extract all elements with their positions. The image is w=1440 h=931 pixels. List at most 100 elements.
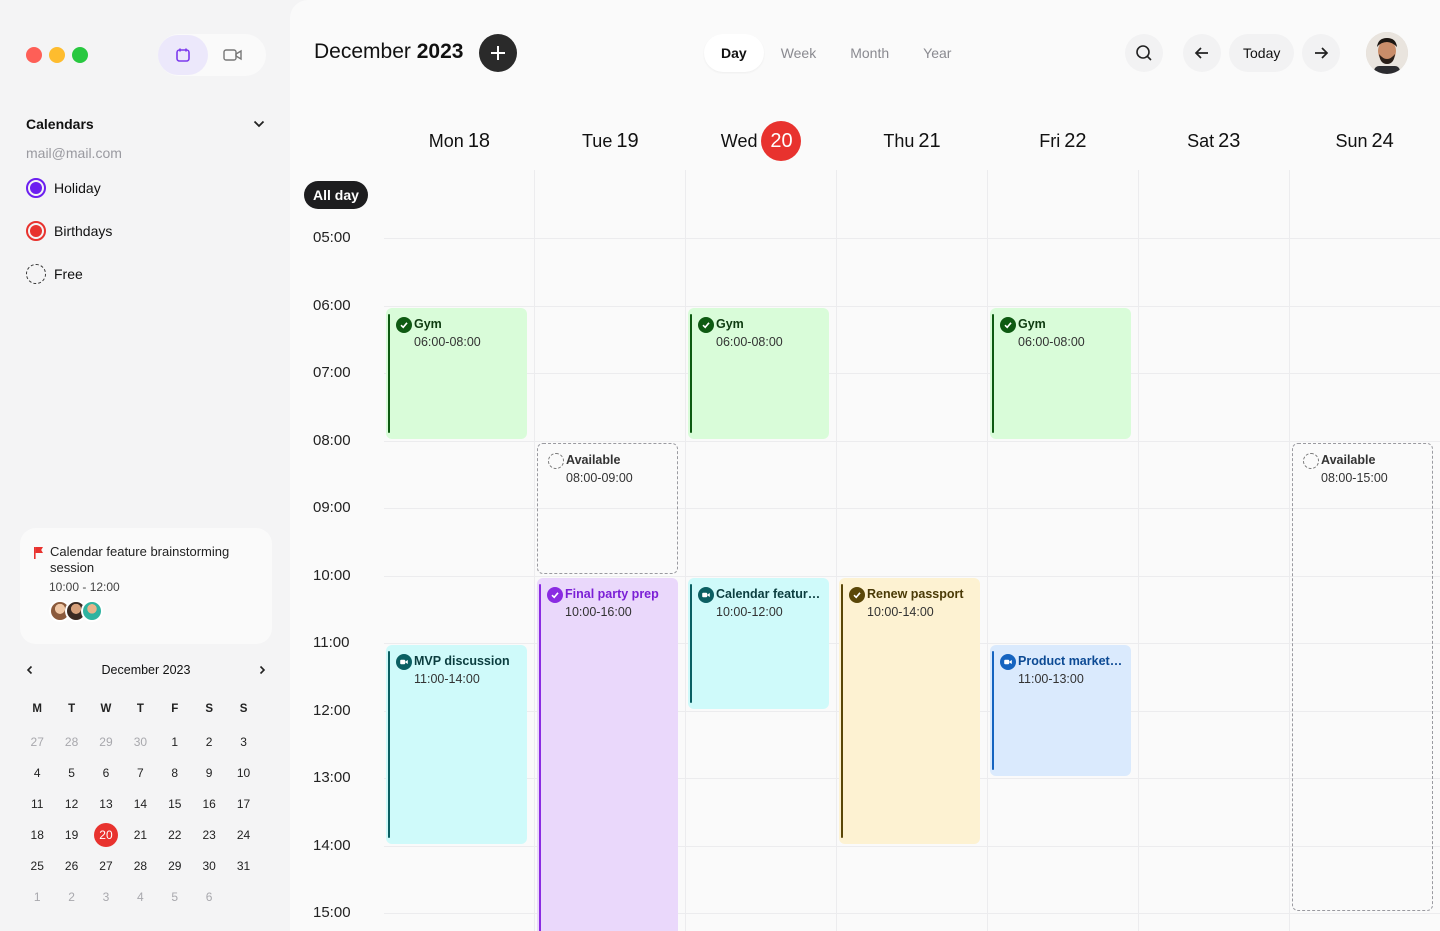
calendar-item-free[interactable]: Free [26,263,112,285]
mini-calendar-day[interactable]: 14 [123,788,157,819]
mini-calendar-day[interactable]: 3 [89,881,123,912]
mini-calendar-day[interactable]: 11 [20,788,54,819]
today-button[interactable]: Today [1229,34,1295,72]
event-gym[interactable]: Gym 06:00-08:00 [990,307,1131,439]
mini-calendar-day[interactable]: 9 [192,757,226,788]
mini-calendar-day[interactable]: 21 [123,819,157,850]
mini-calendar-day[interactable]: 8 [158,757,192,788]
free-radio[interactable] [26,264,46,284]
mini-calendar-day[interactable]: 27 [89,850,123,881]
calendars-header[interactable]: Calendars [26,116,266,132]
event-calendar-feature[interactable]: Calendar feature... 10:00-12:00 [688,577,829,709]
add-event-button[interactable] [479,34,517,72]
event-gym[interactable]: Gym 06:00-08:00 [386,307,527,439]
user-avatar[interactable] [1366,32,1408,74]
day-header-tue[interactable]: Tue 19 [535,126,686,156]
tab-year[interactable]: Year [906,34,968,72]
mini-calendar-day[interactable]: 28 [123,850,157,881]
event-final-party-prep[interactable]: Final party prep 10:00-16:00 [537,577,678,931]
mini-calendar-day[interactable]: 2 [54,881,88,912]
avatar[interactable] [81,600,103,622]
calendar-item-holiday[interactable]: Holiday [26,177,112,199]
day-header-fri[interactable]: Fri 22 [987,126,1138,156]
mini-calendar-day[interactable]: 12 [54,788,88,819]
mini-calendar-day[interactable]: 10 [226,757,260,788]
mini-calendar-day[interactable]: 19 [54,819,88,850]
mini-calendar-day[interactable]: 23 [192,819,226,850]
tab-day[interactable]: Day [704,34,764,72]
mini-calendar-day[interactable]: 3 [226,726,260,757]
mini-calendar-day[interactable]: 4 [20,757,54,788]
all-day-label[interactable]: All day [304,181,368,209]
birthdays-radio[interactable] [26,221,46,241]
mini-calendar-grid: M T W T F S S 27 28 29 30 1 2 3 4 5 6 7 8 9 10 11 12 13 14 15 16 17… [20,692,272,912]
mini-calendar-day-number: 16 [202,796,216,811]
upcoming-event-card[interactable]: Calendar feature brainstorming session 1… [20,528,272,644]
close-window-button[interactable] [26,47,42,63]
previous-button[interactable] [1183,34,1221,72]
mini-calendar-day-number: 2 [68,889,75,904]
event-available[interactable]: Available 08:00-09:00 [537,442,678,574]
mini-calendar-day[interactable]: 5 [158,881,192,912]
mini-calendar-day[interactable]: 17 [226,788,260,819]
next-button[interactable] [1302,34,1341,72]
weekday-label: M [32,703,42,715]
mini-calendar-day[interactable]: 24 [226,819,260,850]
mini-calendar-day[interactable]: 1 [20,881,54,912]
day-name: Wed [720,130,758,151]
mini-calendar-day[interactable]: 30 [192,850,226,881]
mini-calendar-day[interactable]: 31 [226,850,260,881]
mini-calendar-day[interactable]: 5 [54,757,88,788]
calendar-item-birthdays[interactable]: Birthdays [26,220,112,242]
minimize-window-button[interactable] [49,47,65,63]
day-column-divider [1289,170,1290,931]
calendar-mode-button[interactable] [158,35,208,75]
mini-calendar-today[interactable]: 20 [89,819,123,850]
mini-calendar-day-number: 23 [202,827,216,842]
day-header-mon[interactable]: Mon 18 [384,126,535,156]
video-mode-button[interactable] [208,35,258,75]
chevron-left-icon[interactable] [24,664,36,676]
mini-calendar-day[interactable]: 30 [123,726,157,757]
mini-calendar-day-number: 18 [30,827,44,842]
hour-label: 14:00 [313,836,351,854]
mini-calendar-day[interactable]: 29 [89,726,123,757]
holiday-radio[interactable] [26,178,46,198]
day-column-divider [1138,170,1139,931]
event-available[interactable]: Available 08:00-15:00 [1292,442,1433,911]
mini-calendar-day[interactable]: 16 [192,788,226,819]
chevron-down-icon[interactable] [252,117,266,131]
mini-calendar-day[interactable]: 4 [123,881,157,912]
event-gym[interactable]: Gym 06:00-08:00 [688,307,829,439]
maximize-window-button[interactable] [72,47,88,63]
mini-calendar-day[interactable]: 6 [192,881,226,912]
mini-calendar-day[interactable]: 18 [20,819,54,850]
event-mvp-discussion[interactable]: MVP discussion 11:00-14:00 [386,645,527,844]
day-header-sat[interactable]: Sat 23 [1138,126,1289,156]
day-header-sun[interactable]: Sun 24 [1289,126,1440,156]
mini-calendar-day[interactable]: 6 [89,757,123,788]
day-number: 21 [918,129,941,152]
mini-calendar-day[interactable]: 13 [89,788,123,819]
search-button[interactable] [1125,34,1163,72]
day-header-thu[interactable]: Thu 21 [837,126,988,156]
mini-calendar-day[interactable]: 2 [192,726,226,757]
mini-calendar-day[interactable]: 29 [158,850,192,881]
day-header-wed[interactable]: Wed 20 [686,121,837,161]
mini-calendar-day[interactable]: 7 [123,757,157,788]
mini-calendar-day[interactable]: 28 [54,726,88,757]
event-product-market-fi[interactable]: Product market fi... 11:00-13:00 [990,645,1131,776]
day-name: Mon [428,130,464,151]
chevron-right-icon[interactable] [256,664,268,676]
mini-calendar-day-number: 30 [202,858,216,873]
tab-week[interactable]: Week [764,34,834,72]
mini-calendar-day[interactable]: 26 [54,850,88,881]
tab-month[interactable]: Month [833,34,906,72]
event-renew-passport[interactable]: Renew passport 10:00-14:00 [839,577,980,844]
mini-calendar-day[interactable]: 1 [158,726,192,757]
mini-calendar-day[interactable]: 22 [158,819,192,850]
event-title: Gym [1018,316,1046,331]
mini-calendar-day[interactable]: 15 [158,788,192,819]
mini-calendar-day[interactable]: 27 [20,726,54,757]
mini-calendar-day[interactable]: 25 [20,850,54,881]
